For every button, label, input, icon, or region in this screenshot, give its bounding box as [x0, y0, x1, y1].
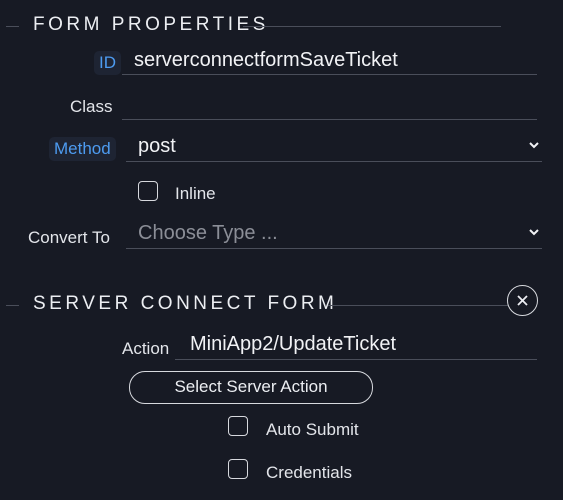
- close-icon: [517, 295, 528, 306]
- section-rule-left: [6, 305, 19, 306]
- id-input[interactable]: serverconnectformSaveTicket: [122, 49, 537, 75]
- auto-submit-checkbox[interactable]: [228, 416, 248, 436]
- section-rule-left: [6, 26, 19, 27]
- chevron-down-icon: [529, 142, 539, 149]
- inline-label: Inline: [175, 184, 216, 203]
- convert-to-label: Convert To: [28, 228, 110, 247]
- inline-checkbox[interactable]: [138, 181, 158, 201]
- convert-to-placeholder: Choose Type ...: [138, 222, 278, 244]
- section-rule-right: [243, 26, 501, 27]
- auto-submit-label: Auto Submit: [266, 420, 359, 439]
- remove-component-button[interactable]: [507, 285, 538, 316]
- server-connect-form-title: SERVER CONNECT FORM: [33, 293, 338, 314]
- class-input[interactable]: [122, 93, 537, 120]
- form-properties-title: FORM PROPERTIES: [33, 14, 269, 35]
- action-label: Action: [122, 339, 170, 358]
- class-label: Class: [70, 97, 113, 116]
- id-label: ID: [94, 51, 121, 75]
- method-select[interactable]: post: [126, 135, 542, 162]
- method-value: post: [138, 135, 176, 157]
- action-input[interactable]: MiniApp2/UpdateTicket: [175, 333, 537, 360]
- chevron-down-icon: [529, 229, 539, 236]
- method-label: Method: [49, 137, 116, 161]
- section-rule-right: [328, 305, 508, 306]
- convert-to-select[interactable]: Choose Type ...: [126, 222, 542, 249]
- credentials-checkbox[interactable]: [228, 459, 248, 479]
- credentials-label: Credentials: [266, 463, 352, 482]
- select-server-action-button[interactable]: Select Server Action: [129, 371, 373, 404]
